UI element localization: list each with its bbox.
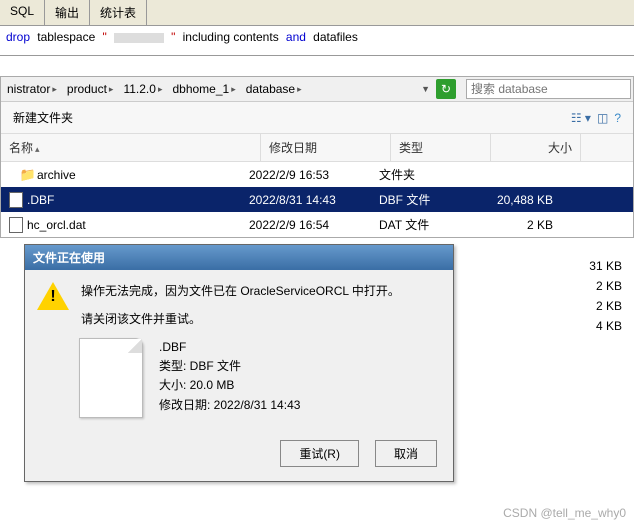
tab-sql[interactable]: SQL — [0, 0, 45, 25]
folder-icon — [19, 167, 37, 183]
sql-tabs: SQL 输出 统计表 — [0, 0, 634, 26]
file-in-use-dialog: 文件正在使用 操作无法完成，因为文件已在 OracleServiceORCL 中… — [24, 244, 454, 482]
preview-date: 修改日期: 2022/8/31 14:43 — [159, 396, 300, 415]
preview-name: .DBF — [159, 338, 300, 357]
file-icon — [9, 217, 23, 233]
list-item[interactable]: hc_orcl.dat 2022/2/9 16:54 DAT 文件 2 KB — [1, 212, 633, 237]
refresh-icon[interactable]: ↻ — [436, 79, 456, 99]
warning-icon — [37, 282, 69, 310]
dialog-message: 操作无法完成，因为文件已在 OracleServiceORCL 中打开。 请关闭… — [81, 282, 400, 328]
col-name[interactable]: 名称▴ — [1, 134, 261, 161]
preview-pane-icon[interactable]: ◫ — [597, 111, 608, 125]
toolbar: 新建文件夹 ☷ ▾ ◫ ? — [1, 102, 633, 134]
list-item[interactable]: .DBF 2022/8/31 14:43 DBF 文件 20,488 KB — [1, 187, 633, 212]
sql-text: including contents — [183, 30, 279, 44]
file-preview: .DBF 类型: DBF 文件 大小: 20.0 MB 修改日期: 2022/8… — [79, 338, 441, 418]
crumb-0[interactable]: nistrator▸ — [3, 80, 61, 98]
dropdown-arrow-icon[interactable]: ▼ — [421, 84, 430, 94]
sql-text: datafiles — [313, 30, 358, 44]
file-list: archive 2022/2/9 16:53 文件夹 .DBF 2022/8/3… — [1, 162, 633, 237]
crumb-1[interactable]: product▸ — [63, 80, 118, 98]
new-folder-button[interactable]: 新建文件夹 — [5, 106, 81, 129]
retry-button[interactable]: 重试(R) — [280, 440, 359, 467]
tab-stats[interactable]: 统计表 — [90, 0, 147, 25]
crumb-2[interactable]: 11.2.0▸ — [119, 80, 166, 98]
redacted — [114, 33, 164, 43]
view-icons: ☷ ▾ ◫ ? — [571, 111, 629, 125]
view-mode-icon[interactable]: ☷ ▾ — [571, 111, 591, 125]
sql-quote: " — [171, 30, 175, 44]
sql-kw: drop — [6, 30, 30, 44]
breadcrumb: nistrator▸ product▸ 11.2.0▸ dbhome_1▸ da… — [1, 77, 633, 102]
crumb-4[interactable]: database▸ — [242, 80, 306, 98]
list-item[interactable]: archive 2022/2/9 16:53 文件夹 — [1, 162, 633, 187]
document-icon — [79, 338, 143, 418]
file-icon — [9, 192, 23, 208]
col-date[interactable]: 修改日期 — [261, 134, 391, 161]
file-explorer: nistrator▸ product▸ 11.2.0▸ dbhome_1▸ da… — [0, 76, 634, 238]
tab-output[interactable]: 输出 — [45, 0, 90, 25]
sql-text: tablespace — [37, 30, 95, 44]
sql-kw: and — [286, 30, 306, 44]
sql-quote: " — [102, 30, 106, 44]
dialog-title: 文件正在使用 — [25, 245, 453, 270]
crumb-3[interactable]: dbhome_1▸ — [168, 80, 239, 98]
preview-size: 大小: 20.0 MB — [159, 376, 300, 395]
hidden-file-sizes: 31 KB 2 KB 2 KB 4 KB — [589, 256, 622, 336]
search-input[interactable] — [466, 79, 631, 99]
preview-type: 类型: DBF 文件 — [159, 357, 300, 376]
list-header: 名称▴ 修改日期 类型 大小 — [1, 134, 633, 162]
col-type[interactable]: 类型 — [391, 134, 491, 161]
sql-editor[interactable]: drop tablespace " " including contents a… — [0, 26, 634, 56]
cancel-button[interactable]: 取消 — [375, 440, 437, 467]
col-size[interactable]: 大小 — [491, 134, 581, 161]
help-icon[interactable]: ? — [614, 111, 621, 125]
watermark: CSDN @tell_me_why0 — [503, 506, 626, 520]
